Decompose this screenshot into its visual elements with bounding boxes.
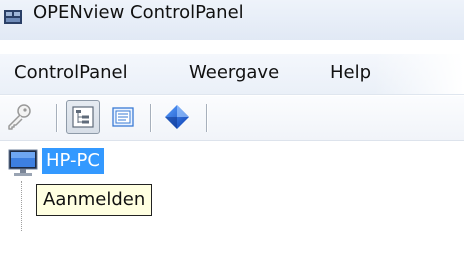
tree-view-button[interactable]: [66, 100, 100, 134]
toolbar-separator: [206, 104, 208, 132]
window-title: OPENview ControlPanel: [33, 2, 244, 23]
app-window: OPENview ControlPanel ControlPanel Weerg…: [0, 0, 464, 266]
menu-weergave[interactable]: Weergave: [189, 62, 279, 83]
title-bar[interactable]: OPENview ControlPanel: [0, 0, 464, 40]
toolbar: [0, 96, 464, 141]
tree-view: HP-PC Aanmelden: [0, 141, 464, 266]
toolbar-separator: [56, 104, 58, 132]
computer-icon: [8, 149, 38, 176]
tree-node-hp-pc[interactable]: HP-PC: [42, 148, 104, 174]
openview-logo-icon: [165, 105, 189, 129]
menu-help[interactable]: Help: [330, 62, 371, 83]
openview-button[interactable]: [160, 100, 194, 134]
key-icon: [8, 104, 31, 130]
menu-bar: ControlPanel Weergave Help: [0, 54, 464, 95]
menu-controlpanel[interactable]: ControlPanel: [14, 62, 128, 83]
toolbar-separator: [150, 104, 152, 132]
login-key-button[interactable]: [2, 100, 36, 134]
menubar-fade: [374, 54, 464, 94]
tree-view-icon: [72, 106, 94, 128]
app-icon: [4, 10, 22, 24]
detail-view-button[interactable]: [106, 100, 140, 134]
tooltip: Aanmelden: [36, 184, 153, 216]
detail-view-icon: [112, 107, 134, 127]
tree-connector: [21, 181, 23, 231]
